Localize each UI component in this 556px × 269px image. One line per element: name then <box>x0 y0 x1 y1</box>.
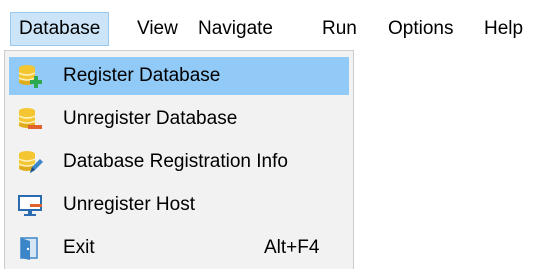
menu-item-database-registration-info[interactable]: Database Registration Info <box>9 143 349 181</box>
menu-options[interactable]: Options <box>380 12 461 46</box>
monitor-icon <box>17 192 43 218</box>
menu-item-register-database[interactable]: Register Database <box>9 57 349 95</box>
database-edit-icon <box>17 149 43 175</box>
menu-item-label: Database Registration Info <box>63 151 288 172</box>
menu-item-label: Unregister Database <box>63 108 238 129</box>
menu-item-unregister-host[interactable]: Unregister Host <box>9 186 349 224</box>
database-dropdown-menu: Register Database Unregister Database Da… <box>4 50 354 269</box>
menu-database[interactable]: Database <box>10 12 110 46</box>
menu-bar: Database View Navigate Run Options Help <box>0 0 556 56</box>
menu-item-label: Unregister Host <box>63 194 195 215</box>
menu-help[interactable]: Help <box>476 12 531 46</box>
menu-navigate[interactable]: Navigate <box>190 12 281 46</box>
menu-item-label: Exit <box>63 237 95 258</box>
exit-icon <box>17 235 43 261</box>
menu-item-label: Register Database <box>63 65 221 86</box>
database-remove-icon <box>17 106 43 132</box>
shortcut-label: Alt+F4 <box>264 237 320 258</box>
menu-item-exit[interactable]: Exit Alt+F4 <box>9 229 349 267</box>
database-add-icon <box>17 63 43 89</box>
menu-view[interactable]: View <box>129 12 186 46</box>
menu-run[interactable]: Run <box>314 12 365 46</box>
menu-item-unregister-database[interactable]: Unregister Database <box>9 100 349 138</box>
